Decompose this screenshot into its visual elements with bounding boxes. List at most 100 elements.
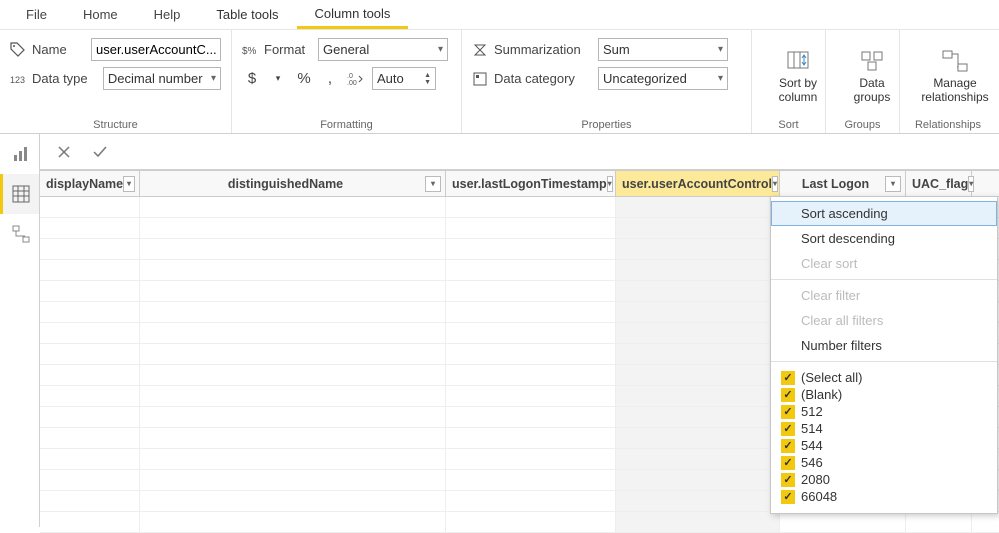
column-header-distinguishedname[interactable]: distinguishedName ▾	[140, 171, 446, 196]
report-view-button[interactable]	[0, 134, 39, 174]
table-cell[interactable]	[40, 470, 140, 490]
filter-check-2080[interactable]: ✓2080	[781, 471, 987, 488]
table-cell[interactable]	[446, 218, 616, 238]
sort-by-column-button[interactable]: Sort by column	[762, 38, 834, 115]
table-cell[interactable]	[616, 344, 780, 364]
table-cell[interactable]	[40, 428, 140, 448]
table-cell[interactable]	[40, 512, 140, 532]
cancel-button[interactable]	[54, 142, 74, 162]
table-cell[interactable]	[140, 302, 446, 322]
table-cell[interactable]	[616, 449, 780, 469]
table-cell[interactable]	[446, 512, 616, 532]
table-cell[interactable]	[140, 239, 446, 259]
table-cell[interactable]	[906, 512, 972, 532]
filter-check-select-all[interactable]: ✓(Select all)	[781, 369, 987, 386]
table-cell[interactable]	[140, 491, 446, 511]
table-cell[interactable]	[616, 407, 780, 427]
decimal-button[interactable]: .0.00	[346, 69, 366, 89]
table-cell[interactable]	[616, 323, 780, 343]
filter-check-546[interactable]: ✓546	[781, 454, 987, 471]
table-cell[interactable]	[140, 323, 446, 343]
table-cell[interactable]	[446, 197, 616, 217]
decimal-places-spinner[interactable]: Auto ▲▼	[372, 67, 436, 90]
table-cell[interactable]	[140, 365, 446, 385]
filter-button[interactable]: ▾	[885, 176, 901, 192]
table-cell[interactable]	[616, 470, 780, 490]
table-cell[interactable]	[616, 197, 780, 217]
table-cell[interactable]	[40, 323, 140, 343]
spinner-arrows-icon[interactable]: ▲▼	[424, 72, 431, 86]
filter-button[interactable]: ▾	[968, 176, 974, 192]
filter-check-66048[interactable]: ✓66048	[781, 488, 987, 505]
table-cell[interactable]	[616, 302, 780, 322]
table-cell[interactable]	[140, 407, 446, 427]
thousands-button[interactable]: ,	[320, 69, 340, 89]
table-cell[interactable]	[616, 428, 780, 448]
table-row[interactable]	[40, 512, 999, 533]
table-cell[interactable]	[40, 407, 140, 427]
filter-button[interactable]: ▾	[425, 176, 441, 192]
table-cell[interactable]	[40, 281, 140, 301]
column-name-input[interactable]	[91, 38, 221, 61]
table-cell[interactable]	[140, 386, 446, 406]
table-cell[interactable]	[446, 281, 616, 301]
table-cell[interactable]	[40, 197, 140, 217]
data-groups-button[interactable]: Data groups	[836, 38, 908, 115]
filter-check-544[interactable]: ✓544	[781, 437, 987, 454]
table-cell[interactable]	[446, 302, 616, 322]
table-cell[interactable]	[616, 365, 780, 385]
table-cell[interactable]	[616, 239, 780, 259]
commit-button[interactable]	[90, 142, 110, 162]
table-cell[interactable]	[446, 365, 616, 385]
datatype-dropdown[interactable]: Decimal number ▾	[103, 67, 221, 90]
table-cell[interactable]	[140, 428, 446, 448]
table-cell[interactable]	[140, 512, 446, 532]
table-cell[interactable]	[140, 197, 446, 217]
table-cell[interactable]	[446, 407, 616, 427]
table-cell[interactable]	[40, 449, 140, 469]
table-cell[interactable]	[140, 281, 446, 301]
menu-number-filters[interactable]: Number filters	[771, 333, 997, 358]
currency-menu-icon[interactable]: ▾	[268, 69, 288, 89]
tab-home[interactable]: Home	[65, 0, 136, 29]
data-category-dropdown[interactable]: Uncategorized ▾	[598, 67, 728, 90]
table-cell[interactable]	[446, 239, 616, 259]
table-cell[interactable]	[40, 260, 140, 280]
table-cell[interactable]	[446, 386, 616, 406]
table-cell[interactable]	[140, 344, 446, 364]
column-header-useraccountcontrol[interactable]: user.userAccountControl ▾	[616, 171, 780, 196]
table-cell[interactable]	[616, 386, 780, 406]
table-cell[interactable]	[616, 281, 780, 301]
tab-table-tools[interactable]: Table tools	[198, 0, 296, 29]
table-cell[interactable]	[780, 512, 906, 532]
table-cell[interactable]	[40, 386, 140, 406]
table-cell[interactable]	[40, 365, 140, 385]
column-header-lastlogon[interactable]: Last Logon ▾	[780, 171, 906, 196]
column-header-displayname[interactable]: displayName ▾	[40, 171, 140, 196]
table-cell[interactable]	[40, 344, 140, 364]
table-cell[interactable]	[40, 491, 140, 511]
table-cell[interactable]	[446, 491, 616, 511]
filter-button[interactable]: ▾	[607, 176, 613, 192]
filter-check-512[interactable]: ✓512	[781, 403, 987, 420]
table-cell[interactable]	[40, 302, 140, 322]
table-cell[interactable]	[446, 449, 616, 469]
data-view-button[interactable]	[0, 174, 39, 214]
column-header-lastlogontimestamp[interactable]: user.lastLogonTimestamp ▾	[446, 171, 616, 196]
table-cell[interactable]	[446, 428, 616, 448]
manage-relationships-button[interactable]: Manage relationships	[910, 38, 999, 115]
summarization-dropdown[interactable]: Sum ▾	[598, 38, 728, 61]
filter-check-514[interactable]: ✓514	[781, 420, 987, 437]
table-cell[interactable]	[616, 218, 780, 238]
tab-file[interactable]: File	[8, 0, 65, 29]
table-cell[interactable]	[140, 218, 446, 238]
table-cell[interactable]	[446, 470, 616, 490]
filter-check-blank[interactable]: ✓(Blank)	[781, 386, 987, 403]
menu-sort-descending[interactable]: Sort descending	[771, 226, 997, 251]
filter-button[interactable]: ▾	[123, 176, 135, 192]
table-cell[interactable]	[446, 344, 616, 364]
currency-button[interactable]: $	[242, 69, 262, 89]
format-dropdown[interactable]: General ▾	[318, 38, 448, 61]
tab-column-tools[interactable]: Column tools	[297, 0, 409, 29]
table-cell[interactable]	[616, 491, 780, 511]
